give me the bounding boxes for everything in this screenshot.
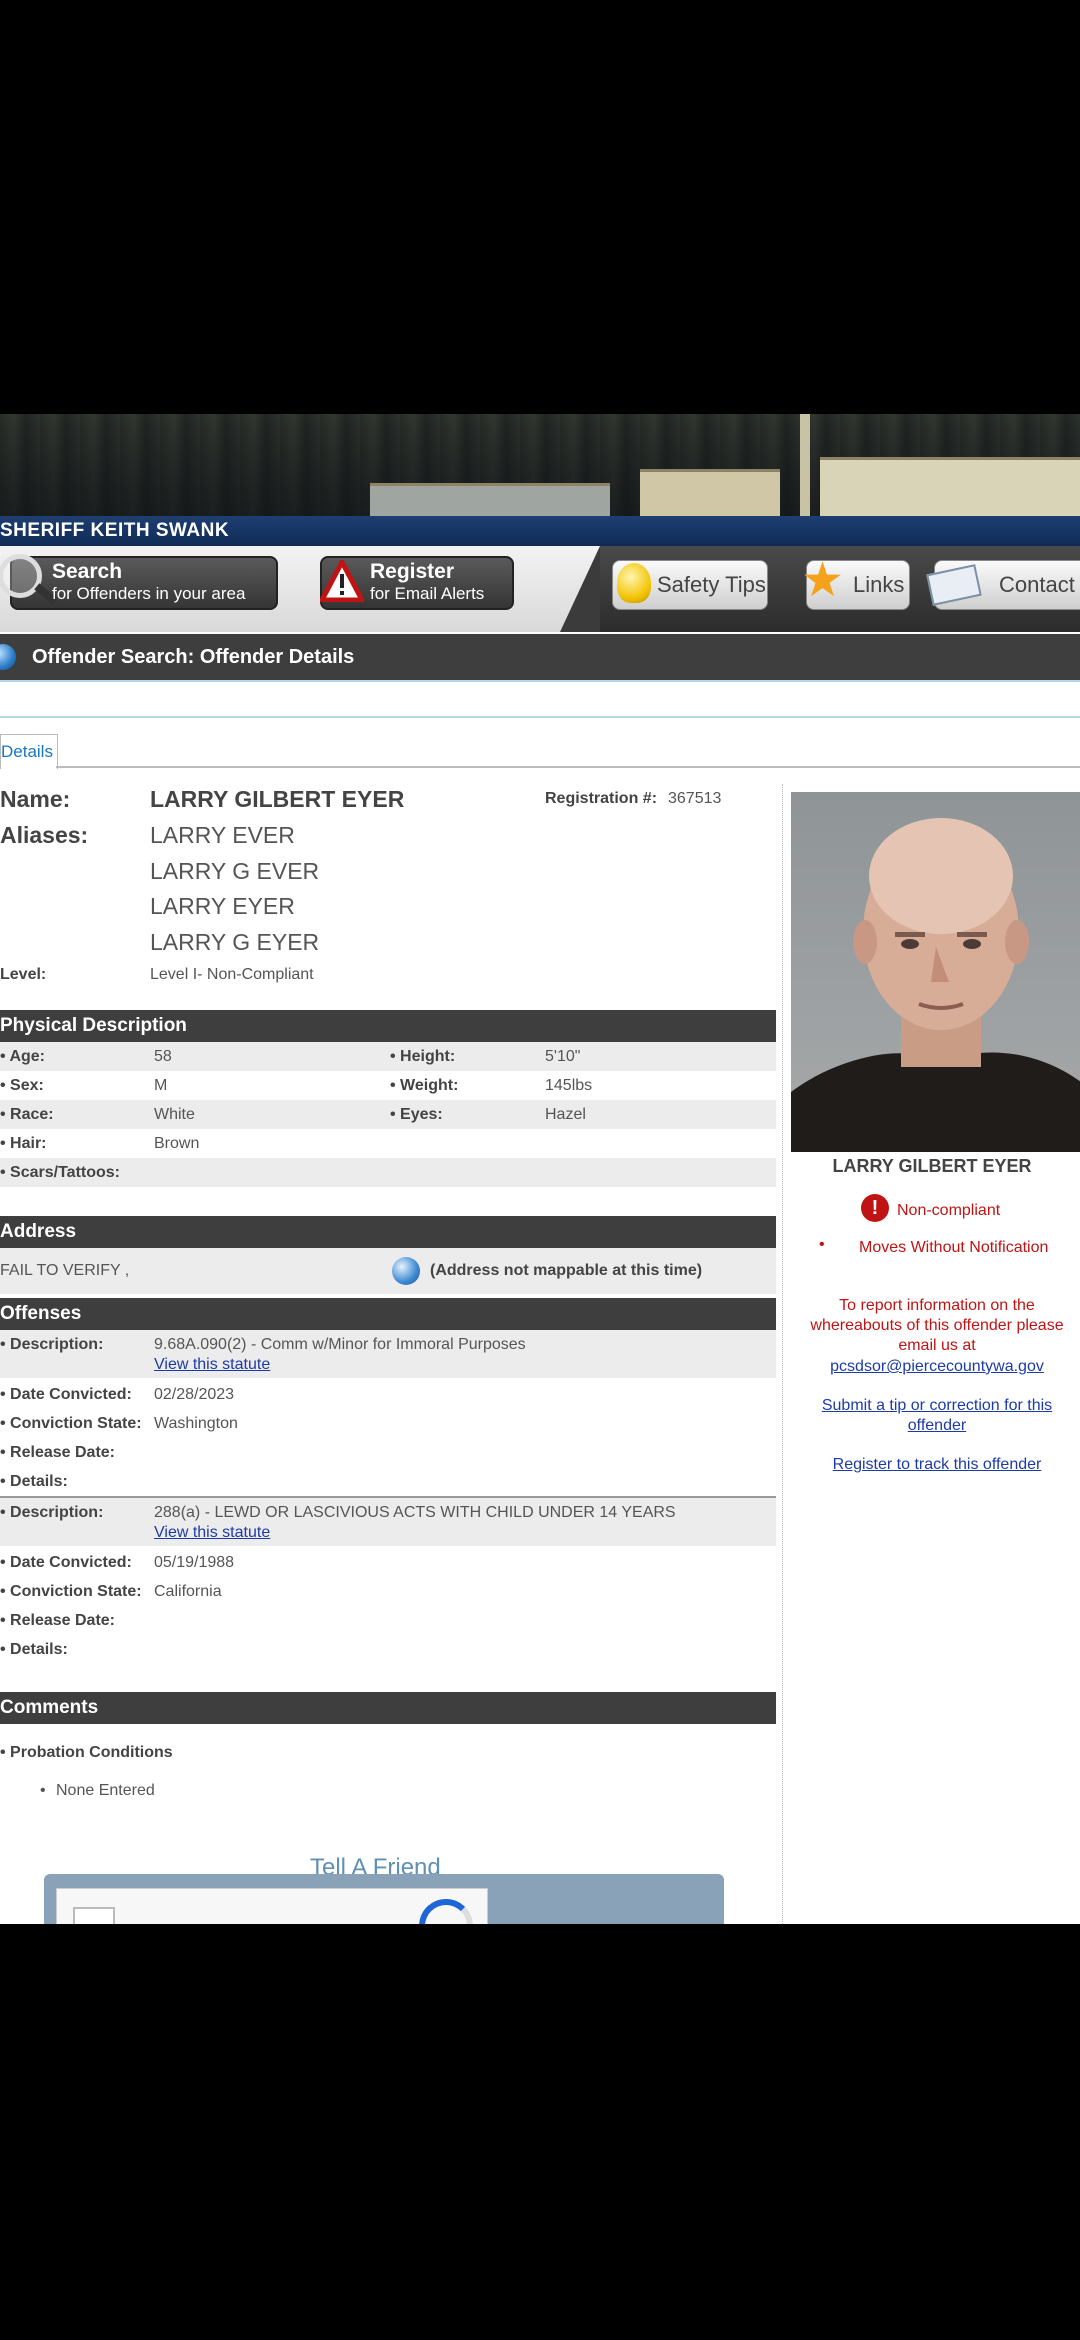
- offense-row: • Details:: [0, 1473, 68, 1490]
- offense-row: • Date Convicted: 02/28/2023: [0, 1380, 776, 1409]
- physical-row: • Age: 58 • Height: 5'10": [0, 1042, 776, 1071]
- page-title-bar: Offender Search: Offender Details: [0, 634, 1080, 680]
- noncompliant-alert-icon: !: [861, 1194, 889, 1222]
- offender-sidebar: LARRY GILBERT EYER ! Non-compliant • Mov…: [782, 784, 1080, 1924]
- captcha-checkbox[interactable]: [73, 1907, 115, 1924]
- compliance-status: Non-compliant: [897, 1202, 1001, 1219]
- register-title: Register: [370, 560, 455, 583]
- page-title: Offender Search: Offender Details: [32, 646, 355, 668]
- report-text: To report information on the whereabouts…: [810, 1297, 1064, 1354]
- physical-row: • Race: White • Eyes: Hazel: [0, 1100, 776, 1129]
- submit-tip-link[interactable]: Submit a tip or correction for this offe…: [803, 1396, 1071, 1436]
- view-statute-link[interactable]: View this statute: [154, 1518, 270, 1547]
- alias-item: LARRY G EYER: [150, 929, 320, 955]
- physical-row: • Hair: Brown: [0, 1129, 776, 1158]
- offense-row: • Date Convicted: 05/19/1988: [0, 1548, 776, 1577]
- probation-bullet: •: [40, 1782, 46, 1799]
- links-button[interactable]: ★ Links: [801, 557, 910, 610]
- email-link[interactable]: pcsdsor@piercecountywa.gov: [783, 1358, 1080, 1376]
- conviction-state: California: [154, 1583, 222, 1600]
- register-alerts-button[interactable]: Register for Email Alerts: [320, 556, 514, 610]
- search-offenders-button[interactable]: Search for Offenders in your area: [0, 554, 278, 610]
- comments-heading: Comments: [0, 1692, 776, 1724]
- name-label: Name:: [0, 786, 71, 812]
- globe-map-icon: [392, 1257, 420, 1285]
- view-statute-link[interactable]: View this statute: [154, 1350, 270, 1379]
- eyes-value: Hazel: [545, 1106, 586, 1123]
- height-value: 5'10": [545, 1048, 581, 1065]
- probation-value: None Entered: [56, 1782, 155, 1799]
- physical-row: • Sex: M • Weight: 145lbs: [0, 1071, 776, 1100]
- physical-description-heading: Physical Description: [0, 1010, 776, 1042]
- main-nav: Search for Offenders in your area Regist…: [0, 546, 1080, 632]
- offender-name: LARRY GILBERT EYER: [150, 786, 405, 812]
- warning-icon: [320, 560, 364, 602]
- safety-tips-button[interactable]: Safety Tips: [612, 560, 768, 610]
- recaptcha-icon: [419, 1899, 473, 1924]
- sheriff-bar: SHERIFF KEITH SWANK: [0, 516, 1080, 546]
- map-note: (Address not mappable at this time): [430, 1262, 703, 1279]
- search-title: Search: [52, 560, 123, 583]
- offenses-heading: Offenses: [0, 1298, 776, 1330]
- browser-page: SHERIFF KEITH SWANK Search for Offenders…: [0, 414, 1080, 1924]
- physical-row: • Scars/Tattoos:: [0, 1158, 776, 1187]
- status-detail: Moves Without Notification: [859, 1239, 1049, 1256]
- offense-row: • Conviction State: California: [0, 1577, 776, 1606]
- aliases-label: Aliases:: [0, 822, 89, 848]
- offense-row: • Conviction State: Washington: [0, 1409, 776, 1438]
- globe-icon: [0, 644, 16, 670]
- register-subtitle: for Email Alerts: [370, 584, 485, 603]
- date-convicted: 02/28/2023: [154, 1386, 235, 1403]
- offense-row: • Details:: [0, 1641, 68, 1658]
- offense-row: • Release Date:: [0, 1612, 115, 1629]
- alias-item: LARRY EVER: [150, 822, 295, 848]
- race-value: White: [154, 1106, 195, 1123]
- address-value: FAIL TO VERIFY ,: [0, 1262, 130, 1279]
- offense-row: • Release Date:: [0, 1444, 115, 1461]
- registration-number: 367513: [668, 790, 722, 807]
- alias-item: LARRY G EVER: [150, 858, 320, 884]
- registration-label: Registration #:: [545, 790, 658, 807]
- sheriff-name: SHERIFF KEITH SWANK: [0, 520, 230, 541]
- level-value: Level I- Non-Compliant: [150, 966, 314, 983]
- offense-description-row: • Description: 9.68A.090(2) - Comm w/Min…: [0, 1330, 776, 1378]
- lightbulb-icon: [617, 563, 651, 603]
- date-convicted: 05/19/1988: [154, 1554, 235, 1571]
- envelope-icon: [926, 564, 982, 606]
- offender-photo: [791, 792, 1080, 1152]
- search-subtitle: for Offenders in your area: [52, 584, 246, 603]
- address-heading: Address: [0, 1216, 776, 1248]
- contact-button[interactable]: Contact: [926, 560, 1080, 610]
- sex-value: M: [154, 1077, 168, 1094]
- level-label: Level:: [0, 966, 47, 983]
- header-banner-image: [0, 414, 1080, 516]
- captcha-widget[interactable]: [56, 1888, 488, 1924]
- tell-a-friend-box: [44, 1874, 724, 1924]
- probation-label: • Probation Conditions: [0, 1744, 173, 1761]
- alias-item: LARRY EYER: [150, 893, 295, 919]
- weight-value: 145lbs: [545, 1077, 593, 1094]
- address-row: FAIL TO VERIFY , (Address not mappable a…: [0, 1248, 776, 1294]
- hair-value: Brown: [154, 1135, 200, 1152]
- age-value: 58: [154, 1048, 172, 1065]
- offense-description-row: • Description: 288(a) - LEWD OR LASCIVIO…: [0, 1498, 776, 1546]
- tab-details[interactable]: Details: [0, 734, 58, 769]
- status-bullet: •: [819, 1236, 825, 1253]
- photo-caption: LARRY GILBERT EYER: [832, 1156, 1032, 1176]
- star-icon: ★: [801, 554, 845, 607]
- conviction-state: Washington: [154, 1415, 238, 1432]
- register-track-link[interactable]: Register to track this offender: [783, 1456, 1080, 1474]
